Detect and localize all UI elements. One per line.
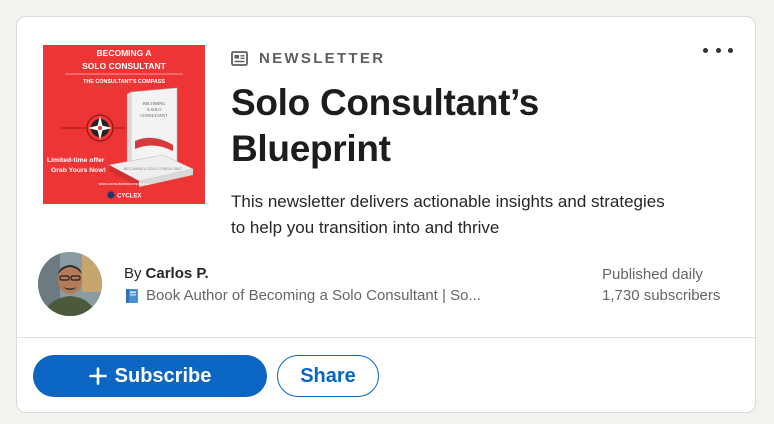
book-icon [126,289,138,303]
newsletter-description: This newsletter delivers actionable insi… [231,189,751,241]
cover-offer-line1: Limited-time offer [47,157,105,164]
plus-icon [88,367,107,385]
svg-text:BECOMING A SOLO CONSULTANT: BECOMING A SOLO CONSULTANT [124,167,183,171]
publish-frequency: Published daily [602,266,703,283]
newsletter-card: BECOMING A SOLO CONSULTANT THE CONSULTAN… [16,16,756,413]
newsletter-tag-label: NEWSLETTER [259,49,386,67]
by-prefix: By [124,265,142,282]
author-headline-text: Book Author of Becoming a Solo Consultan… [146,287,481,304]
author-headline: Book Author of Becoming a Solo Consultan… [124,286,481,306]
newsletter-title[interactable]: Solo Consultant’s Blueprint [231,80,711,172]
more-options-icon [703,47,708,53]
newsletter-cover-image[interactable]: BECOMING A SOLO CONSULTANT THE CONSULTAN… [43,45,205,204]
author-name-link[interactable]: Carlos P. [146,265,209,282]
cover-website: www.consultantscompass.co [98,181,150,186]
svg-text:CONSULTANT: CONSULTANT [140,113,168,118]
cover-subheading: THE CONSULTANT'S COMPASS [83,79,165,85]
newsletter-description-line1: This newsletter delivers actionable insi… [231,192,665,211]
subscribe-label: Subscribe [114,364,212,387]
subscribe-button[interactable]: Subscribe [33,355,267,397]
newsletter-title-line1: Solo Consultant’s [231,82,540,123]
newsletter-description-line2: to help you transition into and thrive [231,218,500,237]
newsletter-tag: NEWSLETTER [231,48,385,68]
cover-brand: CYCLEX [117,194,141,200]
more-options-button[interactable] [703,43,733,57]
cyclex-logo-icon [107,191,115,199]
cover-artwork: BECOMING A SOLO CONSULTANT THE CONSULTAN… [43,45,205,204]
cover-offer-line2: Grab Yours Now! [51,167,106,174]
subscriber-count: 1,730 subscribers [602,287,721,304]
newspaper-icon [231,50,248,66]
author-photo [38,252,102,316]
card-divider [17,337,755,338]
cover-heading-line2: SOLO CONSULTANT [82,61,167,71]
newsletter-title-line2: Blueprint [231,128,391,169]
svg-text:A SOLO: A SOLO [147,107,162,112]
cover-heading-line1: BECOMING A [97,48,152,58]
author-avatar[interactable] [38,252,102,316]
newsletter-meta: Published daily 1,730 subscribers [602,264,720,306]
share-label: Share [300,364,356,387]
author-byline: By Carlos P. [124,264,481,284]
author-info: By Carlos P. Book Author of Becoming a So… [124,264,481,306]
share-button[interactable]: Share [277,355,379,397]
svg-text:BECOMING: BECOMING [143,101,165,106]
